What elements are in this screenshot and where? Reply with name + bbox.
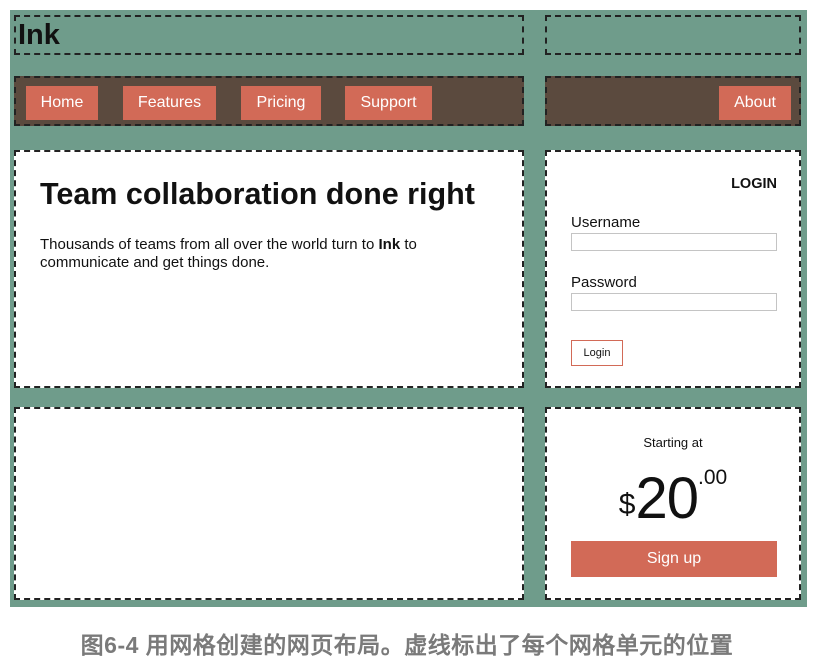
nav-features-button[interactable]: Features bbox=[123, 86, 216, 120]
price-cents: .00 bbox=[698, 466, 728, 489]
login-button[interactable]: Login bbox=[571, 340, 623, 366]
hero-title: Team collaboration done right bbox=[40, 177, 475, 211]
nav-right-cell: About bbox=[545, 76, 801, 126]
nav-bar: Home Features Pricing Support bbox=[14, 76, 524, 126]
username-label: Username bbox=[571, 214, 641, 231]
main-empty-cell bbox=[14, 407, 524, 600]
login-cell: LOGIN Username Password Login bbox=[545, 150, 801, 388]
nav-support-button[interactable]: Support bbox=[345, 86, 432, 120]
header-right-cell bbox=[545, 15, 801, 55]
hero-description: Thousands of teams from all over the wor… bbox=[40, 236, 417, 271]
pricing-cell: Starting at $20.00 Sign up bbox=[545, 407, 801, 600]
nav-about-button[interactable]: About bbox=[719, 86, 791, 120]
username-input[interactable] bbox=[571, 233, 777, 251]
password-input[interactable] bbox=[571, 293, 777, 311]
nav-home-button[interactable]: Home bbox=[26, 86, 98, 120]
hero-brand-name: Ink bbox=[378, 236, 401, 253]
nav-pricing-button[interactable]: Pricing bbox=[241, 86, 321, 120]
hero-cell: Team collaboration done right Thousands … bbox=[14, 150, 524, 388]
figure-caption: 图6-4 用网格创建的网页布局。虚线标出了每个网格单元的位置 bbox=[80, 632, 734, 658]
login-title: LOGIN bbox=[731, 176, 777, 192]
price-display: $20.00 bbox=[547, 467, 799, 528]
password-label: Password bbox=[571, 274, 637, 291]
layout-grid: Ink Home Features Pricing Support About … bbox=[10, 10, 807, 607]
header-cell: Ink bbox=[14, 15, 524, 55]
signup-button[interactable]: Sign up bbox=[571, 541, 777, 577]
price-amount: 20 bbox=[635, 466, 699, 531]
site-logo[interactable]: Ink bbox=[18, 21, 60, 50]
price-currency: $ bbox=[618, 488, 636, 521]
price-caption: Starting at bbox=[643, 435, 703, 450]
